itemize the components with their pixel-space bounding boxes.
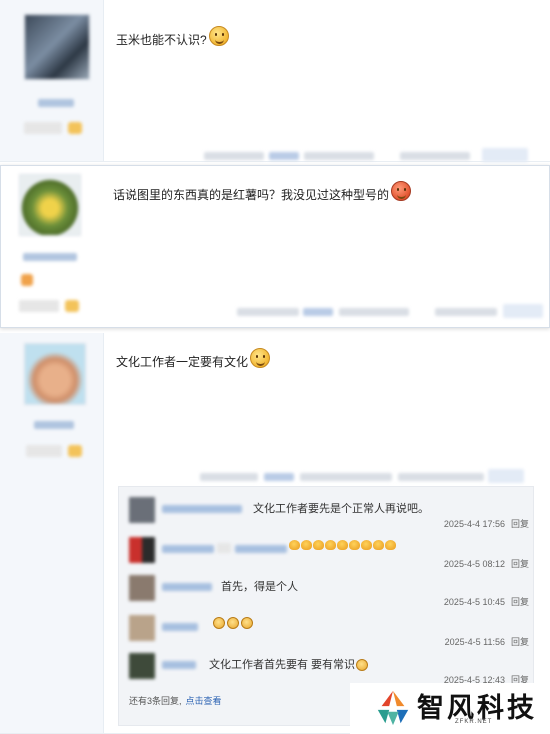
sub-reply-item: 2025-4-5 08:12 回复 [129,537,529,577]
user-level [19,300,59,312]
avatar[interactable] [24,343,86,405]
avatar[interactable] [129,537,155,563]
sub-reply-item: 文化工作者要先是个正常人再说吧。 2025-4-4 17:56 回复 [129,497,529,537]
author-name[interactable] [34,421,74,429]
sub-reply-item: 2025-4-5 11:56 回复 [129,615,529,655]
post-meta [200,473,258,481]
watermark-url: ZFKR.NET [455,719,493,725]
badge-icon [21,274,33,286]
badge-icon [68,122,82,134]
sub-reply-button[interactable]: 回复 [511,597,529,607]
avatar[interactable] [129,653,155,679]
author-sidebar [0,0,104,161]
sub-reply-text: 首先，得是个人 [221,581,298,593]
report-link[interactable] [264,473,294,481]
sub-reply-author[interactable] [162,545,214,553]
reply-button[interactable] [503,304,543,318]
avatar[interactable] [24,14,90,80]
post-meta [304,152,374,160]
post-floor-2: 话说图里的东西真的是红薯吗？我没见过这种型号的 [0,165,550,328]
sub-reply-time: 2025-4-4 17:56 [443,519,505,529]
report-link[interactable] [269,152,299,160]
watermark: 智风科技 ZFKR.NET [350,683,550,734]
more-replies: 还有3条回复, 点击查看 [129,694,222,707]
post-floor-1: 玉米也能不认识? [0,0,550,162]
post-text: 话说图里的东西真的是红薯吗？我没见过这种型号的 [113,181,412,206]
reply-button[interactable] [488,469,524,483]
crying-emoji-icon [213,617,255,630]
sub-reply-time: 2025-4-5 10:45 [443,597,505,607]
post-meta [204,152,264,160]
post-time [435,308,497,316]
post-text: 文化工作者一定要有文化 [116,348,271,373]
post-time [400,152,470,160]
author-sidebar [0,333,104,733]
logo-icon [377,690,409,726]
author-name[interactable] [23,253,77,261]
sub-reply-mention[interactable] [235,545,287,553]
sub-reply-author[interactable] [162,505,242,513]
avatar[interactable] [19,174,81,236]
user-level [217,543,231,553]
smile-emoji-icon [250,348,271,368]
more-replies-link[interactable]: 点击查看 [186,696,222,706]
sub-reply-meta: 2025-4-5 10:45 回复 [444,595,529,608]
smile-emoji-icon [356,659,369,672]
sub-reply-text: 文化工作者要先是个正常人再说吧。 [253,503,429,515]
sub-reply-time: 2025-4-5 11:56 [444,637,505,647]
sub-reply-emoji-row [213,617,255,630]
post-time [398,473,484,481]
user-level [24,122,62,134]
author-sidebar [1,166,105,327]
more-replies-count: 还有3条回复, [129,696,182,706]
user-level [26,445,62,457]
angry-emoji-icon [391,181,412,201]
avatar[interactable] [129,497,155,523]
smile-emoji-icon [208,26,229,46]
badge-icon [68,445,82,457]
sub-reply-text: 文化工作者首先要有 要有常识 [209,656,370,672]
sub-reply-button[interactable]: 回复 [511,637,529,647]
sub-reply-meta: 2025-4-5 08:12 回复 [444,557,529,570]
post-meta [300,473,392,481]
sub-reply-time: 2025-4-5 08:12 [443,559,505,569]
sub-reply-button[interactable]: 回复 [511,519,529,529]
post-text: 玉米也能不认识? [116,26,229,51]
report-link[interactable] [303,308,333,316]
badge-icon [65,300,79,312]
post-meta [237,308,299,316]
avatar[interactable] [129,575,155,601]
thumbs-up-emoji-icon [289,539,397,551]
sub-reply-meta: 2025-4-4 17:56 回复 [444,517,529,530]
sub-reply-author[interactable] [162,583,212,591]
sub-reply-button[interactable]: 回复 [511,559,529,569]
sub-reply-author[interactable] [162,623,198,631]
sub-reply-emoji-row [289,539,397,551]
reply-button[interactable] [482,148,528,162]
sub-reply-author[interactable] [162,661,196,669]
avatar[interactable] [129,615,155,641]
author-name[interactable] [38,99,74,107]
post-meta [339,308,409,316]
sub-reply-item: 首先，得是个人 2025-4-5 10:45 回复 [129,575,529,615]
sub-reply-meta: 2025-4-5 11:56 回复 [445,635,529,648]
